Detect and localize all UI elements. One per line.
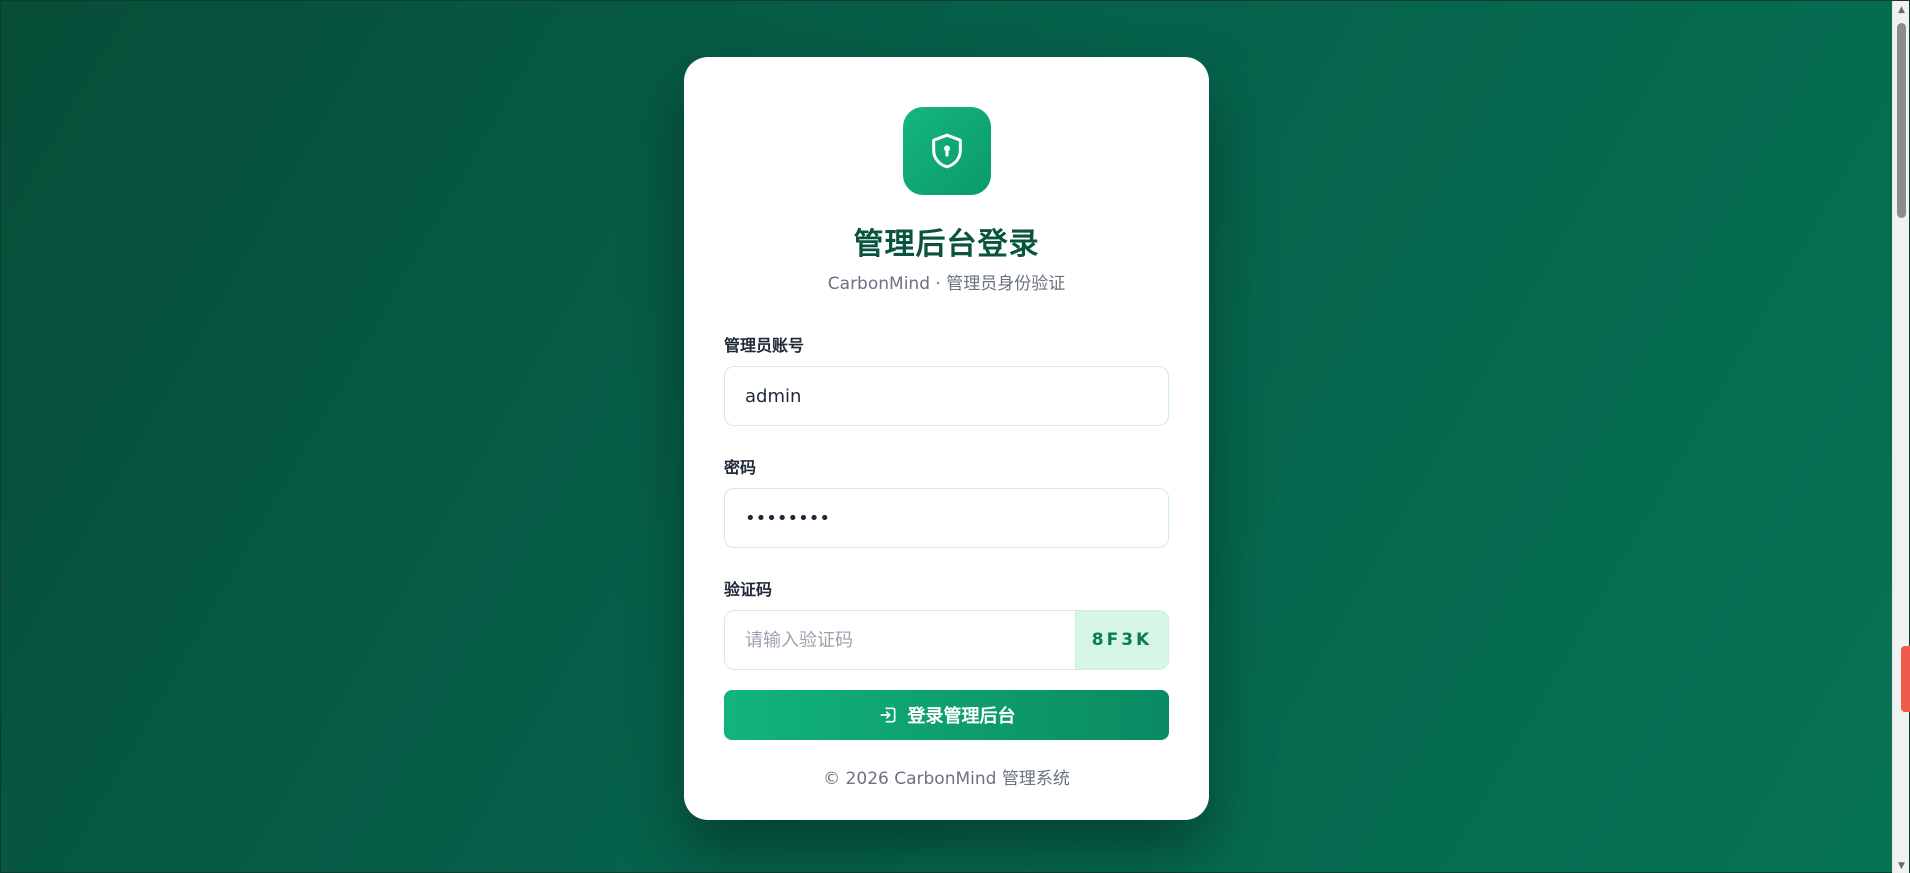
captcha-input[interactable]	[725, 611, 1075, 669]
shield-lock-icon	[931, 133, 962, 169]
account-label: 管理员账号	[724, 336, 805, 355]
page-subtitle: CarbonMind · 管理员身份验证	[827, 274, 1066, 294]
login-submit-button[interactable]: 登录管理后台	[724, 690, 1169, 740]
login-icon	[880, 707, 895, 723]
login-card: 管理后台登录 CarbonMind · 管理员身份验证 管理员账号 密码 验证码…	[684, 57, 1209, 820]
captcha-code-image[interactable]: 8F3K	[1075, 611, 1168, 669]
vertical-scrollbar[interactable]: ▲ ▼	[1892, 1, 1910, 873]
captcha-field-group: 验证码 8F3K	[724, 576, 1169, 670]
logo-badge	[902, 107, 991, 195]
password-input[interactable]	[724, 488, 1169, 548]
scroll-down-arrow-icon[interactable]: ▼	[1893, 857, 1910, 873]
page-title: 管理后台登录	[853, 227, 1040, 262]
copyright-footer: © 2026 CarbonMind 管理系统	[823, 769, 1070, 789]
captcha-row: 8F3K	[724, 610, 1169, 670]
password-label: 密码	[724, 458, 757, 477]
login-page-background: 管理后台登录 CarbonMind · 管理员身份验证 管理员账号 密码 验证码…	[0, 0, 1910, 873]
account-field-group: 管理员账号	[724, 332, 1169, 426]
account-input[interactable]	[724, 366, 1169, 426]
captcha-label: 验证码	[724, 580, 773, 599]
scroll-thumb[interactable]	[1897, 23, 1906, 218]
login-submit-label: 登录管理后台	[907, 706, 1016, 727]
scroll-marker	[1901, 646, 1910, 712]
password-field-group: 密码	[724, 454, 1169, 548]
scroll-up-arrow-icon[interactable]: ▲	[1893, 1, 1910, 18]
